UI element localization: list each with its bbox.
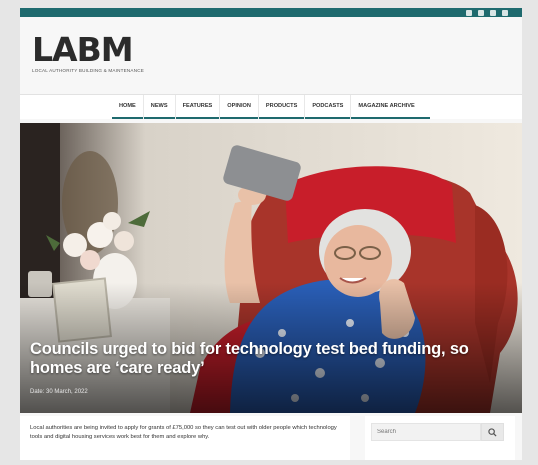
nav-item-products[interactable]: PRODUCTS — [257, 95, 304, 119]
nav-item-opinion[interactable]: OPINION — [219, 95, 258, 119]
social-icons — [466, 8, 508, 17]
top-bar — [20, 8, 522, 17]
article-title[interactable]: Councils urged to bid for technology tes… — [30, 340, 510, 378]
hero-article[interactable]: Councils urged to bid for technology tes… — [20, 123, 522, 413]
article-excerpt-card: Local authorities are being invited to a… — [20, 416, 350, 460]
nav-items: HOME NEWS FEATURES OPINION PRODUCTS PODC… — [112, 95, 422, 119]
nav-item-home[interactable]: HOME — [112, 95, 143, 119]
site-logo[interactable]: LABM LOCAL AUTHORITY BUILDING & MAINTENA… — [32, 30, 144, 73]
article-date: Date: 30 March, 2022 — [30, 389, 88, 395]
logo-text: LABM — [32, 30, 134, 69]
search-input[interactable] — [371, 423, 481, 441]
logo-tagline: LOCAL AUTHORITY BUILDING & MAINTENANCE — [32, 68, 144, 73]
search-icon[interactable] — [502, 9, 508, 16]
twitter-icon[interactable] — [478, 9, 484, 16]
article-excerpt: Local authorities are being invited to a… — [30, 425, 337, 440]
main-nav: HOME NEWS FEATURES OPINION PRODUCTS PODC… — [20, 94, 522, 119]
nav-item-features[interactable]: FEATURES — [174, 95, 220, 119]
nav-item-podcasts[interactable]: PODCASTS — [304, 95, 350, 119]
search-button[interactable] — [481, 423, 504, 441]
web-page: LABM LOCAL AUTHORITY BUILDING & MAINTENA… — [20, 8, 522, 460]
search-icon — [488, 427, 497, 437]
facebook-icon[interactable] — [466, 9, 472, 16]
screenshot-frame: LABM LOCAL AUTHORITY BUILDING & MAINTENA… — [0, 0, 538, 465]
nav-item-news[interactable]: NEWS — [142, 95, 175, 119]
linkedin-icon[interactable] — [490, 9, 496, 16]
nav-item-magazine-archive[interactable]: MAGAZINE ARCHIVE — [350, 95, 421, 119]
sidebar — [365, 416, 515, 460]
